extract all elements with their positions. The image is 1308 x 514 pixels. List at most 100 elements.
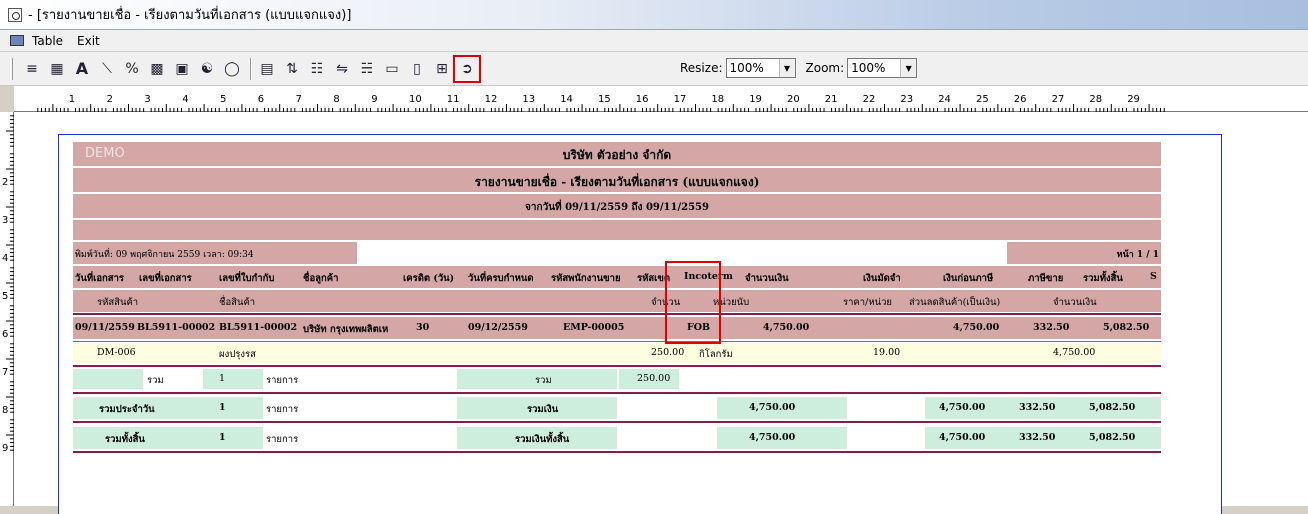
daily-before-tax: 4,750.00 (939, 402, 986, 413)
ruler-label: 10 (409, 94, 422, 105)
horizontal-ruler[interactable]: 1 2 3 4 5 6 7 8 9 10 11 12 13 14 15 16 17 18 19 20 21 22 23 24 2… (14, 86, 1308, 112)
report-title: รายงานขายเชื่อ - เรียงตามวันที่เอกสาร (แ… (474, 175, 760, 189)
ruler-label: 12 (485, 94, 498, 105)
col-deposit: เงินมัดจำ (863, 273, 901, 284)
sum-label: รวม (147, 375, 164, 386)
ruler-label: 13 (522, 94, 535, 105)
sum-qty: 250.00 (637, 373, 671, 384)
col-item-code: รหัสสินค้า (97, 297, 139, 308)
daily-amount: 4,750.00 (749, 402, 796, 413)
col-unit-price: ราคา/หน่วย (843, 297, 892, 308)
menu-item-exit[interactable]: Exit (77, 34, 100, 48)
ruler-label: 27 (1052, 94, 1065, 105)
ruler-label: 29 (1127, 94, 1140, 105)
resize-select[interactable]: 100% ▼ (725, 58, 796, 78)
grid-icon[interactable]: ▩ (146, 58, 168, 80)
total-amount-label: รวมเงินทั้งสิ้น (515, 434, 570, 445)
toolbar-grip[interactable] (10, 57, 13, 80)
ruler-label: 17 (674, 94, 687, 105)
col-before-tax: เงินก่อนภาษี (943, 273, 994, 284)
printed-at: พิมพ์วันที่: 09 พฤศจิกายน 2559 เวลา: 09:… (75, 250, 254, 260)
item-qty: 250.00 (651, 347, 685, 358)
total-tax: 332.50 (1019, 432, 1056, 443)
ruler-ticks: 1 2 3 4 5 6 7 8 9 10 11 12 13 14 15 16 17 18 19 20 21 22 23 24 2… (37, 94, 1165, 112)
ruler-label: 3 (144, 94, 150, 105)
row-separator (73, 365, 1161, 367)
ruler-label: 20 (787, 94, 800, 105)
report-canvas[interactable]: DEMO บริษัท ตัวอย่าง จำกัด รายงานขายเชื่… (14, 112, 1290, 514)
ruler-label: 24 (938, 94, 951, 105)
window-title: - [รายงานขายเชื่อ - เรียงตามวันที่เอกสาร… (28, 8, 352, 23)
group-icon[interactable]: ☷ (306, 58, 328, 80)
list-item[interactable]: DM-006 ผงปรุงรส 250.00 กิโลกรัม 19.00 4,… (73, 343, 1161, 363)
ruler-label: 28 (1089, 94, 1102, 105)
col-grand-total: รวมทั้งสิ้น (1083, 273, 1123, 284)
row-separator (73, 421, 1161, 423)
resize-label: Resize: (680, 61, 723, 75)
col-item-discount: ส่วนลดสินค้า(เป็นเงิน) (909, 297, 1001, 308)
zoom-select[interactable]: 100% ▼ (847, 58, 918, 78)
percent-icon[interactable]: % (121, 58, 143, 80)
ruler-label: 25 (976, 94, 989, 105)
date-range: จากวันที่ 09/11/2559 ถึง 09/11/2559 (525, 202, 709, 213)
align-left-icon[interactable]: ≡ (21, 58, 43, 80)
header-band-spacer (73, 220, 1161, 240)
mdi-window-icon[interactable] (10, 35, 24, 46)
image-icon[interactable]: ▣ (171, 58, 193, 80)
zoom-controls: Resize: 100% ▼ Zoom: 100% ▼ (680, 58, 927, 78)
ruler-label: 8 (333, 94, 339, 105)
daily-unit: รายการ (266, 404, 299, 415)
ruler-label: 22 (863, 94, 876, 105)
header-rule (73, 313, 1161, 315)
exit-icon[interactable]: ➲ (453, 54, 481, 83)
row-icon[interactable]: ▯ (406, 58, 428, 80)
ruler-label: 21 (825, 94, 838, 105)
menu-bar: Table Exit (0, 30, 1308, 52)
ruler-label: 5 (220, 94, 226, 105)
daily-tax: 332.50 (1019, 402, 1056, 413)
report-icon[interactable]: ▤ (256, 58, 278, 80)
column-icon[interactable]: ▭ (381, 58, 403, 80)
right-ruler (1290, 112, 1308, 506)
page-number-band: หน้า 1 / 1 (1007, 242, 1161, 264)
vruler-label: 5 (2, 291, 8, 302)
daily-label: รวมประจำวัน (99, 404, 155, 415)
table-icon[interactable]: ▦ (46, 58, 68, 80)
sum-label-2: รวม (535, 375, 552, 386)
vruler-label: 4 (2, 253, 8, 264)
total-before-tax: 4,750.00 (939, 432, 986, 443)
invoice-no: BL5911-00002 (219, 322, 298, 333)
credit-days: 30 (416, 322, 430, 333)
due-date: 09/12/2559 (468, 322, 528, 333)
menu-item-table[interactable]: Table (32, 34, 63, 48)
table-row[interactable]: 09/11/2559 BL5911-00002 BL5911-00002 บริ… (73, 317, 1161, 339)
total-amount: 4,750.00 (749, 432, 796, 443)
ruler-label: 19 (749, 94, 762, 105)
col-amount: จำนวนเงิน (745, 273, 789, 284)
title-bar: - [รายงานขายเชื่อ - เรียงตามวันที่เอกสาร… (0, 0, 1308, 30)
col-invoice-no: เลขที่ใบกำกับ (219, 273, 275, 284)
split-icon[interactable]: ☵ (356, 58, 378, 80)
col-item-amount: จำนวนเงิน (1053, 297, 1097, 308)
sales-emp: EMP-00005 (563, 322, 625, 333)
ruler-label: 2 (107, 94, 113, 105)
vruler-label: 9 (2, 443, 8, 454)
eraser-icon[interactable]: ◯ (221, 58, 243, 80)
chevron-down-icon[interactable]: ▼ (900, 59, 917, 77)
fit-icon[interactable]: ⊞ (431, 58, 453, 80)
vruler-label: 2 (2, 177, 8, 188)
chevron-down-icon[interactable]: ▼ (778, 59, 795, 77)
sum-cell (73, 369, 143, 389)
header-band-date: จากวันที่ 09/11/2559 ถึง 09/11/2559 (73, 194, 1161, 218)
item-unit: กิโลกรัม (699, 349, 733, 360)
stamp-icon[interactable]: ☯ (196, 58, 218, 80)
merge-icon[interactable]: ⇋ (331, 58, 353, 80)
sort-icon[interactable]: ⇅ (281, 58, 303, 80)
total-cell (203, 427, 263, 449)
print-info-band: พิมพ์วันที่: 09 พฤศจิกายน 2559 เวลา: 09:… (73, 242, 357, 264)
text-icon[interactable]: A (71, 58, 93, 80)
vertical-ruler[interactable]: 2 3 4 5 6 7 8 9 (0, 112, 14, 506)
ruler-label: 18 (711, 94, 724, 105)
line-icon[interactable]: ⟍ (96, 58, 118, 80)
daily-count: 1 (219, 402, 226, 413)
